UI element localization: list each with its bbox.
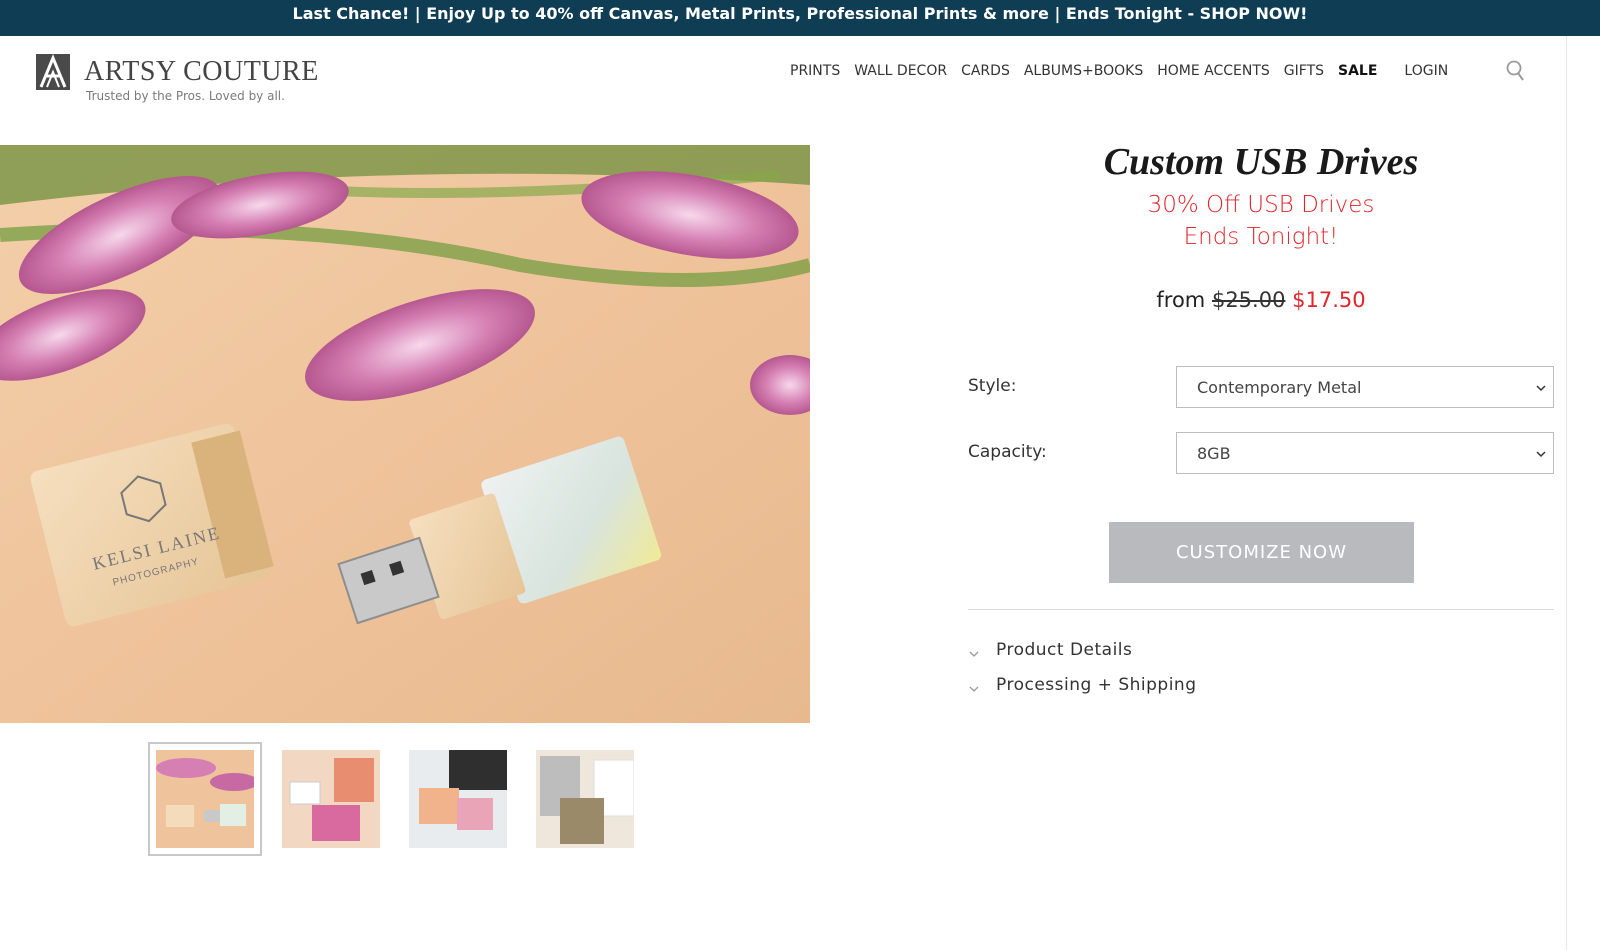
thumbnail-3[interactable] [409,750,507,848]
brand-name: ARTSY COUTURE [84,56,319,87]
product-panel: Custom USB Drives 30% Off USB Drives End… [968,140,1554,720]
nav-item-wall-decor[interactable]: WALL DECOR [854,63,947,79]
brand-logo[interactable]: ARTSY COUTURE Trusted by the Pros. Loved… [36,54,326,106]
nav-item-cards[interactable]: CARDS [961,63,1010,79]
brand-logo-mark [36,54,70,90]
accordion-processing-shipping[interactable]: Processing + Shipping [968,675,1368,701]
nav-item-albums-books[interactable]: ALBUMS+BOOKS [1024,63,1143,79]
style-selected-value: Contemporary Metal [1197,378,1362,397]
main-nav: PRINTS WALL DECOR CARDS ALBUMS+BOOKS HOM… [790,60,1448,82]
thumbnail-4[interactable] [536,750,634,848]
product-main-image[interactable]: KELSI LAINE PHOTOGRAPHY [0,145,810,723]
price-row: from $25.00 $17.50 [968,288,1554,312]
section-divider [968,609,1554,610]
nav-item-gifts[interactable]: GIFTS [1284,63,1324,79]
style-select[interactable]: Contemporary Metal [1176,366,1554,408]
thumbnail-strip [148,742,648,856]
price-prefix: from [1156,288,1206,312]
capacity-select[interactable]: 8GB [1176,432,1554,474]
thumbnail-2[interactable] [282,750,380,848]
page-edge-divider [1566,36,1567,950]
promo-headline: 30% Off USB Drives [1147,192,1375,218]
usb-drive-photo: KELSI LAINE PHOTOGRAPHY [0,145,810,723]
thumbnail-image [282,750,380,848]
style-label: Style: [968,376,1017,396]
promo-banner[interactable]: Last Chance! | Enjoy Up to 40% off Canva… [0,0,1600,36]
chevron-down-icon [1536,385,1546,392]
customize-now-button[interactable]: CUSTOMIZE NOW [1109,522,1414,583]
nav-item-prints[interactable]: PRINTS [790,63,840,79]
site-header: ARTSY COUTURE Trusted by the Pros. Loved… [0,36,1600,126]
thumbnail-image [536,750,634,848]
nav-item-home-accents[interactable]: HOME ACCENTS [1157,63,1270,79]
login-link[interactable]: LOGIN [1404,63,1448,79]
nav-item-sale[interactable]: SALE [1338,63,1377,79]
search-icon[interactable] [1505,60,1527,82]
promo-subline: Ends Tonight! [1183,224,1339,250]
accordion-label: Processing + Shipping [996,675,1197,695]
chevron-down-icon [1536,451,1546,458]
capacity-label: Capacity: [968,442,1047,462]
chevron-down-icon [969,686,979,692]
thumbnail-image [409,750,507,848]
thumbnail-image [156,750,254,848]
price-sale: $17.50 [1292,288,1366,312]
accordion-label: Product Details [996,640,1133,660]
product-title: Custom USB Drives [1103,141,1419,183]
chevron-down-icon [969,651,979,657]
price-original: $25.00 [1211,288,1286,312]
thumbnail-1-selected[interactable] [148,742,262,856]
brand-tagline: Trusted by the Pros. Loved by all. [86,89,285,103]
capacity-selected-value: 8GB [1197,444,1231,463]
accordion-product-details[interactable]: Product Details [968,640,1368,666]
